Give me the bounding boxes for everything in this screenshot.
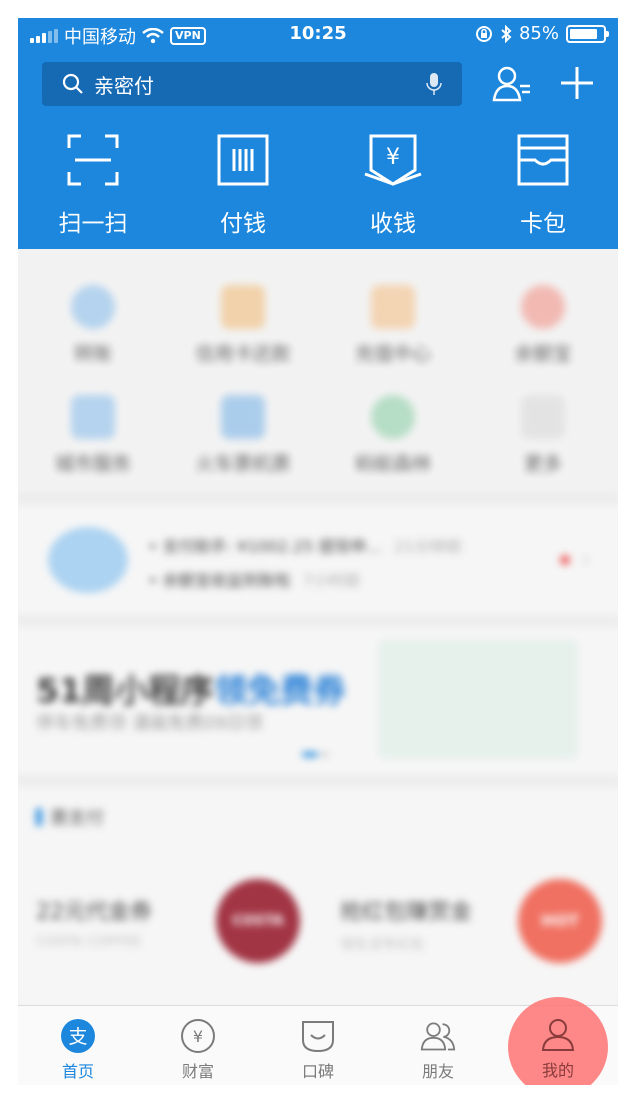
- status-bar: 中国移动 VPN 10:25 85%: [18, 18, 618, 50]
- wealth-yuan-icon: ¥: [180, 1018, 216, 1054]
- card-wallet-icon: [517, 134, 569, 186]
- ticket-icon: [221, 395, 265, 439]
- quick-action-receive[interactable]: ¥ 收钱: [318, 134, 468, 238]
- promo-illustration-icon: [378, 639, 578, 759]
- receive-money-icon: ¥: [364, 134, 422, 186]
- service-topup[interactable]: 充值中心: [318, 285, 468, 366]
- service-label: 信用卡还款: [195, 343, 291, 365]
- tab-label: 财富: [181, 1062, 214, 1081]
- promo-title: 51周小程序领免费券: [36, 664, 346, 712]
- coupon-title: 22元代金券: [36, 900, 152, 925]
- chevron-right-icon: ›: [582, 547, 590, 571]
- tab-label: 我的: [541, 1061, 574, 1080]
- promo-title-highlight: 领免费券: [213, 671, 346, 710]
- coupon-hot[interactable]: 抢红包赚赏金领生活专红包: [340, 894, 472, 954]
- battery-fill: [570, 28, 598, 39]
- search-icon: [62, 73, 83, 94]
- service-label: 火车票机票: [195, 453, 291, 475]
- service-label: 城市服务: [54, 453, 131, 475]
- my-profile-icon: [540, 1017, 576, 1053]
- assistant-illustration-icon: [48, 527, 128, 593]
- section-divider: [18, 615, 618, 627]
- service-city[interactable]: 城市服务: [18, 395, 168, 476]
- news-time: 7小时前: [302, 571, 361, 590]
- promo-title-main: 51周小程序: [36, 671, 214, 710]
- promo-subtitle: 停车免费领 漫画免费09日领: [36, 713, 263, 734]
- costa-logo-badge: COSTA: [216, 879, 300, 963]
- quick-action-label: 收钱: [370, 211, 416, 237]
- phone-topup-icon: [371, 285, 415, 329]
- service-label: 充值中心: [354, 343, 431, 365]
- quick-action-label: 扫一扫: [58, 211, 128, 237]
- scan-icon: [67, 134, 119, 186]
- microphone-icon[interactable]: [426, 72, 442, 96]
- contacts-icon[interactable]: [492, 66, 532, 102]
- koubei-icon: [300, 1018, 336, 1054]
- service-label: 更多: [523, 453, 562, 475]
- news-item: • 余额宝收益到账啦 7小时前: [148, 571, 361, 590]
- search-placeholder: 亲密付: [94, 73, 154, 98]
- service-label: 余额宝: [514, 343, 572, 365]
- unread-dot: [560, 555, 570, 565]
- section-divider: [18, 775, 618, 787]
- news-panel[interactable]: • 支付助手: ¥1002.25 提现申... 21分钟前 • 余额宝收益到账啦 7…: [18, 505, 618, 615]
- orientation-lock-icon: [475, 25, 492, 42]
- status-right: 85%: [475, 23, 609, 44]
- tab-koubei[interactable]: 口碑: [258, 1006, 378, 1085]
- quick-action-scan[interactable]: 扫一扫: [18, 134, 168, 238]
- transfer-icon: [71, 285, 115, 329]
- tab-label: 首页: [61, 1062, 94, 1081]
- coupon-sub: COSTA COFFEE: [36, 934, 142, 950]
- tab-label: 口碑: [301, 1062, 334, 1081]
- city-service-icon: [71, 395, 115, 439]
- coupon-costa[interactable]: 22元代金券 COSTA COFFEE: [36, 894, 152, 950]
- battery-icon: [566, 24, 609, 43]
- coupon-title: 抢红包赚赏金: [340, 900, 473, 925]
- search-bar[interactable]: 亲密付: [42, 62, 462, 106]
- blurred-content: 转账 信用卡还款 充值中心 余额宝 城市服务 火车票机票 蚂蚁森林 更多 • 支…: [18, 249, 618, 1005]
- section-divider: [18, 493, 618, 505]
- section-title-text: 惠支付: [50, 808, 104, 829]
- service-ant-forest[interactable]: 蚂蚁森林: [318, 395, 468, 476]
- tab-wealth[interactable]: ¥ 财富: [138, 1006, 258, 1085]
- more-grid-icon: [521, 395, 565, 439]
- service-label: 转账: [73, 343, 112, 365]
- quick-action-cards[interactable]: 卡包: [468, 134, 618, 238]
- quick-action-label: 付钱: [220, 211, 266, 237]
- news-item: • 支付助手: ¥1002.25 提现申... 21分钟前: [148, 537, 463, 556]
- section-title: 惠支付: [36, 804, 104, 830]
- service-label: 蚂蚁森林: [354, 453, 431, 475]
- tab-mine[interactable]: 我的: [498, 1005, 618, 1085]
- service-credit-card[interactable]: 信用卡还款: [168, 285, 318, 366]
- barcode-icon: [217, 134, 269, 186]
- tab-friends[interactable]: 朋友: [378, 1006, 498, 1085]
- add-plus-icon[interactable]: [558, 64, 596, 102]
- carousel-dots: [302, 752, 328, 757]
- tab-home[interactable]: 支 首页: [18, 1006, 138, 1085]
- yuebao-icon: [521, 285, 565, 329]
- svg-text:¥: ¥: [386, 145, 400, 170]
- phone-screen: 中国移动 VPN 10:25 85% 亲密付 扫一扫 付钱 ¥ 收钱 卡包 转账…: [18, 18, 618, 1085]
- svg-text:支: 支: [68, 1026, 87, 1048]
- header-area: 中国移动 VPN 10:25 85% 亲密付 扫一扫 付钱 ¥ 收钱 卡包: [18, 18, 618, 249]
- alipay-home-icon: 支: [60, 1018, 96, 1054]
- svg-text:¥: ¥: [193, 1027, 203, 1046]
- news-text: 支付助手: ¥1002.25 提现申...: [162, 537, 382, 556]
- news-text: 余额宝收益到账啦: [162, 571, 291, 590]
- coupon-sub: 领生活专红包: [340, 937, 424, 953]
- quick-action-label: 卡包: [520, 211, 566, 237]
- service-tickets[interactable]: 火车票机票: [168, 395, 318, 476]
- bluetooth-icon: [501, 24, 512, 43]
- service-more[interactable]: 更多: [468, 395, 618, 476]
- service-yuebao[interactable]: 余额宝: [468, 285, 618, 366]
- tab-label: 朋友: [421, 1062, 454, 1081]
- service-transfer[interactable]: 转账: [18, 285, 168, 366]
- hot-badge: HOT: [518, 879, 602, 963]
- ant-forest-icon: [371, 395, 415, 439]
- quick-action-pay[interactable]: 付钱: [168, 134, 318, 238]
- credit-card-icon: [221, 285, 265, 329]
- friends-icon: [420, 1018, 456, 1054]
- battery-percent: 85%: [518, 23, 559, 44]
- news-time: 21分钟前: [393, 537, 463, 556]
